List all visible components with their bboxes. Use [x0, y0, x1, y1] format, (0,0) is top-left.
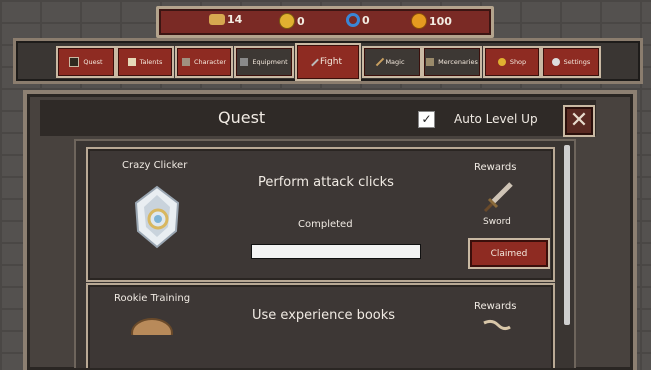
bread-icon: [209, 14, 225, 25]
tab-talents[interactable]: Talents: [116, 46, 174, 78]
quest-card: Rookie Training Use experience books Rew…: [86, 283, 555, 368]
tab-shop[interactable]: Shop: [483, 46, 541, 78]
quest-list-scrollbar[interactable]: [564, 145, 570, 325]
rewards-label: Rewards: [474, 162, 517, 173]
tab-magic[interactable]: Magic: [362, 46, 422, 78]
experience-book-icon: [131, 318, 173, 335]
scroll-icon: [127, 58, 136, 66]
quest-card: Crazy Clicker Perform attack clicks Comp…: [86, 147, 555, 282]
auto-level-label: Auto Level Up: [454, 112, 538, 126]
mana-resource: 0: [346, 13, 370, 27]
reward-item-name: Sword: [483, 217, 511, 227]
gem-count: 100: [429, 14, 452, 28]
tab-settings[interactable]: Settings: [541, 46, 601, 78]
quest-list[interactable]: Crazy Clicker Perform attack clicks Comp…: [74, 139, 576, 368]
gold-count: 0: [297, 14, 305, 28]
reward-item-icon: [483, 319, 511, 331]
quest-progress-bar: [251, 244, 421, 259]
close-button[interactable]: ✕: [563, 105, 595, 137]
armor-icon: [240, 58, 249, 66]
page-title: Quest: [218, 108, 266, 127]
nav-bar: Quest Talents Character Equipment Fight …: [13, 38, 643, 84]
auto-level-checkbox[interactable]: ✓: [418, 111, 435, 128]
gold-resource: 0: [279, 13, 305, 29]
rewards-label: Rewards: [474, 301, 517, 312]
tab-character[interactable]: Character: [175, 46, 233, 78]
tab-quest[interactable]: Quest: [56, 46, 116, 78]
claimed-button[interactable]: Claimed: [468, 238, 550, 269]
blue-swirl-icon: [346, 13, 360, 27]
tab-mercenaries[interactable]: Mercenaries: [422, 46, 482, 78]
gear-icon: [551, 58, 560, 66]
mana-count: 0: [362, 13, 370, 27]
gem-resource: 100: [411, 13, 452, 29]
bread-count: 14: [227, 13, 243, 26]
wand-icon: [376, 57, 385, 67]
coin-bag-icon: [497, 58, 506, 66]
tab-equipment[interactable]: Equipment: [234, 46, 294, 78]
orange-coin-icon: [411, 13, 427, 29]
tab-fight[interactable]: Fight: [295, 43, 361, 81]
quest-name: Rookie Training: [114, 293, 191, 304]
axe-icon: [181, 58, 190, 66]
resource-bar: 14 0 0 100: [156, 6, 494, 38]
quest-task: Perform attack clicks: [258, 175, 394, 190]
close-icon: ✕: [569, 108, 589, 133]
helmet-icon: [426, 58, 435, 66]
quest-name: Crazy Clicker: [122, 160, 188, 171]
quest-task: Use experience books: [252, 308, 396, 323]
crystal-medal-icon: [134, 185, 180, 249]
book-icon: [69, 57, 80, 67]
gold-coin-icon: [279, 13, 295, 29]
sword-icon: [483, 182, 513, 213]
quest-status: Completed: [298, 219, 353, 230]
sword-icon: [311, 58, 319, 66]
quest-progress-fill: [252, 245, 420, 258]
bread-resource: 14: [209, 13, 242, 26]
